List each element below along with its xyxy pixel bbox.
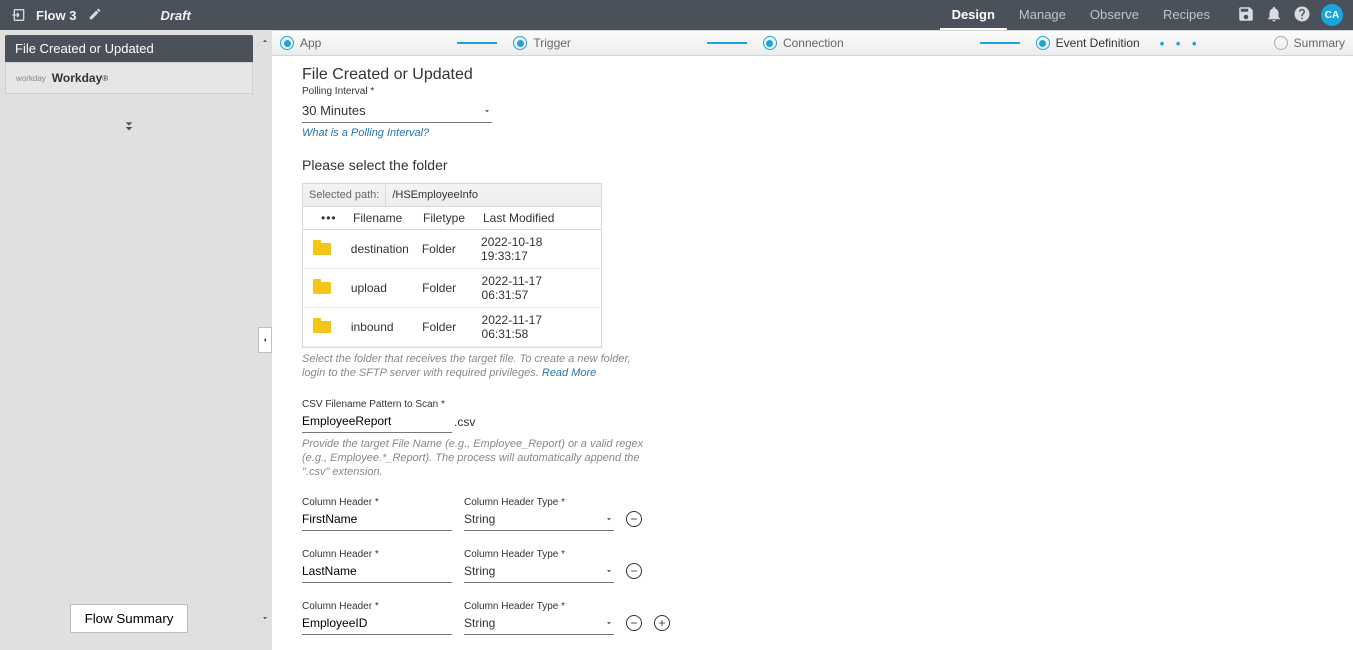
wizard-step-connection[interactable]: Connection: [763, 36, 844, 50]
column-header-input[interactable]: [302, 508, 452, 531]
column-header-input[interactable]: [302, 560, 452, 583]
save-icon[interactable]: [1237, 5, 1255, 26]
topbar: Flow 3 Draft Design Manage Observe Recip…: [0, 0, 1353, 30]
remove-column-button[interactable]: [626, 563, 642, 579]
pattern-extension: .csv: [454, 415, 475, 433]
bell-icon[interactable]: [1265, 5, 1283, 26]
pattern-input[interactable]: [302, 410, 452, 433]
column-header-row: Column Header * Column Header Type * Str…: [302, 601, 1323, 635]
radio-filled-icon: [1036, 36, 1050, 50]
radio-filled-icon: [280, 36, 294, 50]
folder-browser: Selected path: /HSEmployeeInfo ••• Filen…: [302, 183, 602, 348]
flow-name: Flow 3: [36, 8, 76, 23]
column-header-type-label: Column Header Type *: [464, 497, 614, 508]
nav-recipes[interactable]: Recipes: [1151, 0, 1222, 30]
folder-row[interactable]: upload Folder 2022-11-17 06:31:57: [303, 269, 601, 308]
selected-path-value: /HSEmployeeInfo: [386, 184, 484, 206]
scroll-up-icon[interactable]: [260, 34, 270, 49]
folder-row-type: Folder: [422, 281, 481, 295]
wizard-separator: [457, 42, 497, 44]
wizard-bar: App Trigger Connection Event Definition …: [272, 30, 1353, 56]
radio-empty-icon: [1274, 36, 1288, 50]
radio-filled-icon: [763, 36, 777, 50]
folder-section-label: Please select the folder: [302, 157, 1323, 173]
wizard-separator: [707, 42, 747, 44]
column-header-type-label: Column Header Type *: [464, 549, 614, 560]
chevron-down-icon: [604, 514, 614, 524]
remove-column-button[interactable]: [626, 615, 642, 631]
folder-icon: [313, 243, 331, 255]
column-header-type-select[interactable]: String: [464, 612, 614, 635]
remove-column-button[interactable]: [626, 511, 642, 527]
add-column-button[interactable]: [654, 615, 670, 631]
polling-interval-help-link[interactable]: What is a Polling Interval?: [302, 127, 429, 139]
polling-interval-select[interactable]: 30 Minutes: [302, 99, 492, 123]
avatar[interactable]: CA: [1321, 4, 1343, 26]
column-header-type-select[interactable]: String: [464, 560, 614, 583]
folder-icon: [313, 282, 331, 294]
col-header-modified[interactable]: Last Modified: [483, 211, 554, 225]
draft-label: Draft: [160, 8, 190, 23]
column-header-label: Column Header *: [302, 497, 452, 508]
panel-divider: [258, 30, 272, 650]
pattern-hint: Provide the target File Name (e.g., Empl…: [302, 437, 652, 480]
col-header-filetype[interactable]: Filetype: [423, 211, 483, 225]
polling-interval-label: Polling Interval *: [302, 86, 1323, 97]
column-header-row: Column Header * Column Header Type * Str…: [302, 497, 1323, 531]
chevron-down-icon: [604, 566, 614, 576]
folder-row-name: destination: [351, 242, 422, 256]
import-icon[interactable]: [10, 6, 28, 24]
collapse-handle[interactable]: [258, 327, 272, 353]
folder-row-type: Folder: [422, 242, 481, 256]
help-icon[interactable]: [1293, 5, 1311, 26]
folder-row[interactable]: destination Folder 2022-10-18 19:33:17: [303, 230, 601, 269]
chevron-down-icon: [482, 106, 492, 116]
wizard-step-event-definition[interactable]: Event Definition: [1036, 36, 1140, 50]
column-header-label: Column Header *: [302, 549, 452, 560]
folder-row-modified: 2022-11-17 06:31:57: [482, 274, 591, 302]
chevron-down-icon: [604, 618, 614, 628]
column-header-row: Column Header * Column Header Type * Str…: [302, 549, 1323, 583]
side-card-title[interactable]: File Created or Updated: [5, 35, 253, 62]
col-header-filename[interactable]: Filename: [353, 211, 423, 225]
nav-manage[interactable]: Manage: [1007, 0, 1078, 30]
folder-row[interactable]: inbound Folder 2022-11-17 06:31:58: [303, 308, 601, 347]
folder-hint: Select the folder that receives the targ…: [302, 352, 652, 381]
radio-filled-icon: [513, 36, 527, 50]
side-card-app[interactable]: workday Workday®: [5, 62, 253, 94]
event-title: File Created or Updated: [302, 66, 1323, 84]
wizard-dots-icon: • • •: [1160, 36, 1201, 51]
edit-icon[interactable]: [88, 7, 102, 24]
nav-design[interactable]: Design: [940, 0, 1007, 30]
column-header-input[interactable]: [302, 612, 452, 635]
folder-icon: [313, 321, 331, 333]
nav-observe[interactable]: Observe: [1078, 0, 1151, 30]
selected-path-row: Selected path: /HSEmployeeInfo: [303, 184, 601, 207]
wizard-separator: [980, 42, 1020, 44]
folder-row-name: upload: [351, 281, 422, 295]
folder-row-modified: 2022-11-17 06:31:58: [482, 313, 591, 341]
wizard-step-app[interactable]: App: [280, 36, 321, 50]
read-more-link[interactable]: Read More: [542, 367, 596, 379]
folder-row-name: inbound: [351, 320, 422, 334]
scroll-down-icon[interactable]: [260, 611, 270, 626]
side-panel: File Created or Updated workday Workday®…: [0, 30, 258, 650]
folder-row-modified: 2022-10-18 19:33:17: [481, 235, 591, 263]
column-header-type-select[interactable]: String: [464, 508, 614, 531]
top-nav: Design Manage Observe Recipes: [940, 0, 1222, 30]
column-header-label: Column Header *: [302, 601, 452, 612]
breadcrumb-up[interactable]: •••: [321, 211, 337, 225]
expand-down-icon[interactable]: [5, 119, 253, 138]
folder-row-type: Folder: [422, 320, 481, 334]
flow-summary-button[interactable]: Flow Summary: [70, 604, 189, 633]
pattern-label: CSV Filename Pattern to Scan *: [302, 399, 1323, 410]
column-header-type-label: Column Header Type *: [464, 601, 614, 612]
wizard-step-trigger[interactable]: Trigger: [513, 36, 571, 50]
wizard-step-summary[interactable]: Summary: [1274, 36, 1345, 50]
